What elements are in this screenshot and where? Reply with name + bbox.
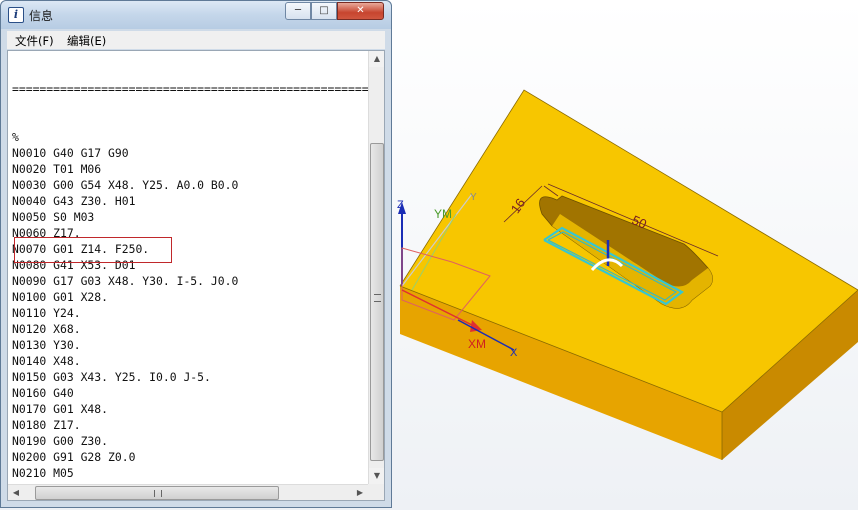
scroll-down-icon[interactable]: ▼ <box>369 468 384 484</box>
code-line: N0030 G00 G54 X48. Y25. A0.0 B0.0 <box>12 178 239 192</box>
scroll-right-icon[interactable]: ▶ <box>352 485 368 500</box>
vertical-scrollbar[interactable]: ▲ ▼ <box>368 51 384 484</box>
code-text-area[interactable]: ========================================… <box>7 50 385 501</box>
code-line: N0200 G91 G28 Z0.0 <box>12 450 136 464</box>
code-line: N0090 G17 G03 X48. Y30. I-5. J0.0 <box>12 274 239 288</box>
window-title: 信息 <box>29 9 54 23</box>
code-line: N0150 G03 X43. Y25. I0.0 J-5. <box>12 370 211 384</box>
highlight-box <box>14 237 172 263</box>
cad-viewport[interactable]: 16 50 Z Y YM XM X <box>392 0 858 510</box>
code-line: N0100 G01 X28. <box>12 290 109 304</box>
scroll-left-icon[interactable]: ◀ <box>8 485 24 500</box>
code-line: N0020 T01 M06 <box>12 162 102 176</box>
code-line: % <box>12 130 19 144</box>
part-model-svg: 16 50 Z Y YM XM X <box>397 89 858 460</box>
separator-line: ========================================… <box>12 82 385 96</box>
code-line: N0210 M05 <box>12 466 74 480</box>
code-line: N0170 G01 X48. <box>12 402 109 416</box>
grip-icon <box>374 294 381 302</box>
code-line: N0010 G40 G17 G90 <box>12 146 129 160</box>
nc-code-listing: ========================================… <box>12 51 385 500</box>
maximize-button[interactable]: □ <box>311 2 337 20</box>
code-line: N0120 X68. <box>12 322 81 336</box>
info-icon: i <box>8 7 24 23</box>
code-line: N0040 G43 Z30. H01 <box>12 194 136 208</box>
code-line: N0160 G40 <box>12 386 74 400</box>
code-line: N0110 Y24. <box>12 306 81 320</box>
minimize-button[interactable]: ─ <box>285 2 311 20</box>
xm-label: XM <box>468 337 486 351</box>
horizontal-scroll-thumb[interactable] <box>35 486 279 500</box>
code-line: N0050 S0 M03 <box>12 210 95 224</box>
info-window: i 信息 ─ □ ✕ 文件(F) 编辑(E) =================… <box>0 0 392 508</box>
horizontal-scrollbar[interactable]: ◀ ▶ <box>8 484 368 500</box>
y-axis-label: Y <box>470 192 477 203</box>
scroll-corner <box>368 484 384 500</box>
title-bar[interactable]: i 信息 ─ □ ✕ <box>1 1 391 29</box>
menu-bar: 文件(F) 编辑(E) <box>7 31 385 49</box>
menu-file[interactable]: 文件(F) <box>15 33 54 49</box>
grip-icon <box>154 490 162 497</box>
close-button[interactable]: ✕ <box>337 2 384 20</box>
ym-label: YM <box>434 207 452 221</box>
z-axis-label: Z <box>397 199 404 211</box>
x-axis-label: X <box>510 347 518 359</box>
code-line: N0190 G00 Z30. <box>12 434 109 448</box>
menu-edit[interactable]: 编辑(E) <box>67 33 106 49</box>
code-line: N0180 Z17. <box>12 418 81 432</box>
code-line: N0140 X48. <box>12 354 81 368</box>
scroll-up-icon[interactable]: ▲ <box>369 51 384 67</box>
code-line: N0130 Y30. <box>12 338 81 352</box>
vertical-scroll-thumb[interactable] <box>370 143 384 461</box>
